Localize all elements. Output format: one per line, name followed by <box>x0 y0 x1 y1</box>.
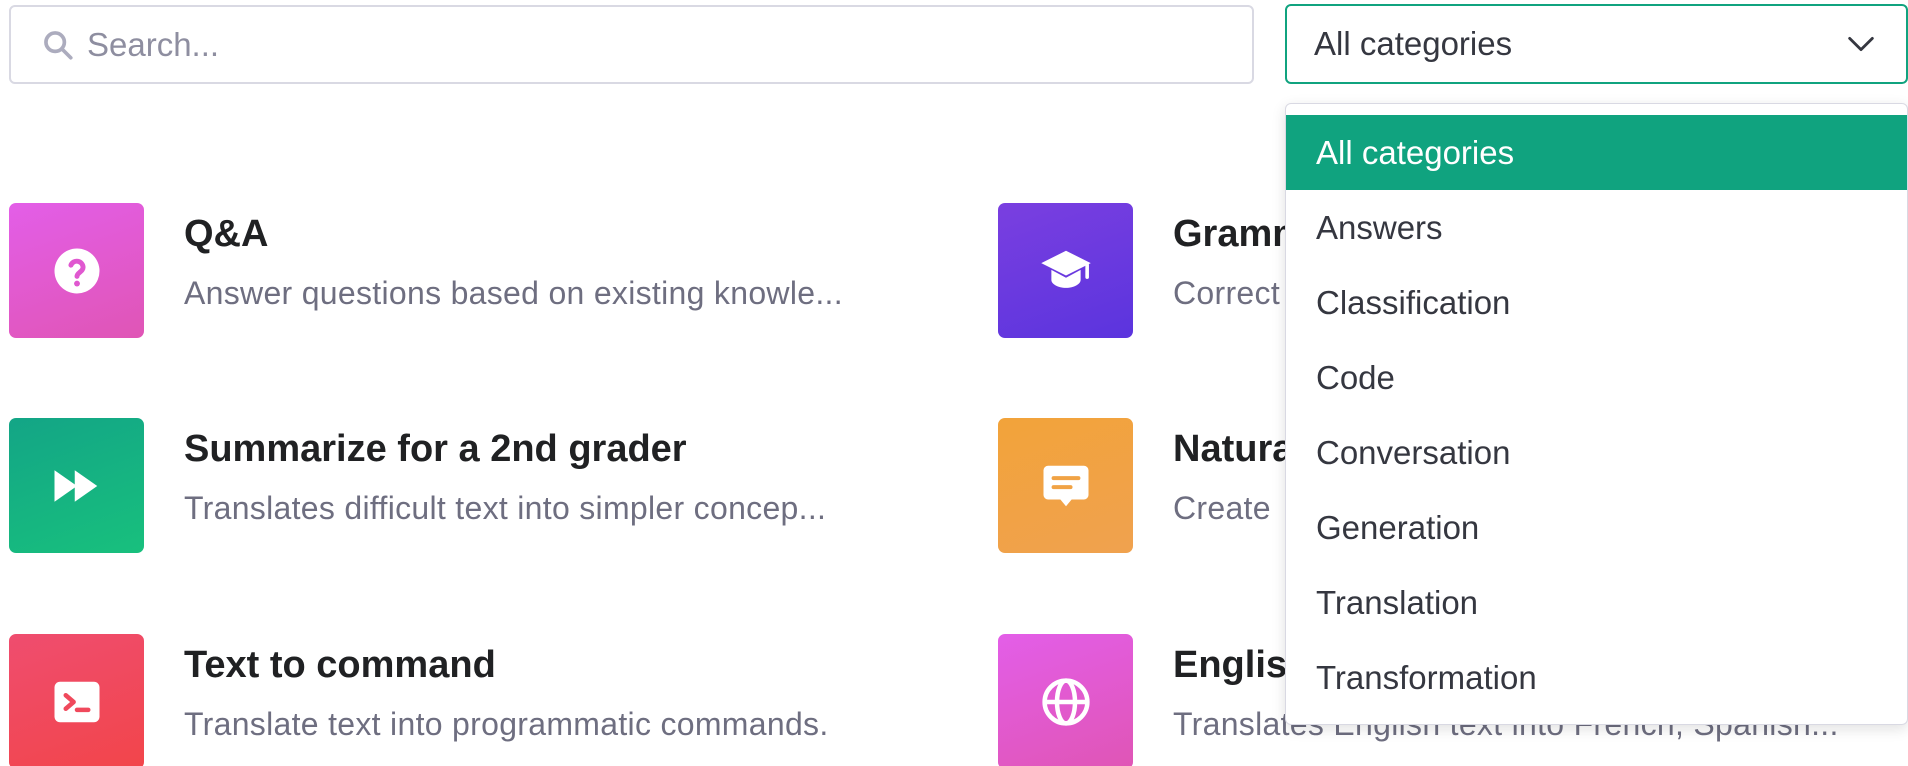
category-select[interactable]: All categories <box>1285 4 1908 84</box>
card-description: Correct <box>1173 275 1281 311</box>
category-option-translation[interactable]: Translation <box>1286 565 1907 640</box>
card-description: Translates difficult text into simpler c… <box>184 490 827 526</box>
card-description: Create <box>1173 490 1271 526</box>
chevron-down-icon <box>1848 36 1874 52</box>
card-description: Translate text into programmatic command… <box>184 706 829 742</box>
example-card-text-to-command[interactable]: Text to command Translate text into prog… <box>9 634 939 766</box>
terminal-icon <box>54 681 99 722</box>
example-card-summarize[interactable]: Summarize for a 2nd grader Translates di… <box>9 418 939 553</box>
category-option-transformation[interactable]: Transformation <box>1286 640 1907 715</box>
fast-forward-icon <box>54 469 97 502</box>
graduation-cap-icon <box>1040 250 1091 288</box>
card-title: Englis <box>1173 644 1288 686</box>
card-icon-tile <box>998 203 1133 338</box>
card-icon-tile <box>998 634 1133 766</box>
card-title: Q&A <box>184 213 269 255</box>
category-option-all[interactable]: All categories <box>1286 115 1907 190</box>
category-option-classification[interactable]: Classification <box>1286 265 1907 340</box>
card-icon-tile <box>998 418 1133 553</box>
chat-bubble-icon <box>1043 465 1088 506</box>
card-title: Text to command <box>184 644 496 686</box>
example-card-qa[interactable]: Q&A Answer questions based on existing k… <box>9 203 939 338</box>
category-dropdown-menu: All categories Answers Classification Co… <box>1285 103 1908 725</box>
category-option-generation[interactable]: Generation <box>1286 490 1907 565</box>
card-title: Natura <box>1173 428 1294 470</box>
card-icon-tile <box>9 418 144 553</box>
card-icon-tile <box>9 634 144 766</box>
search-input[interactable] <box>87 25 1187 64</box>
category-option-answers[interactable]: Answers <box>1286 190 1907 265</box>
card-title: Summarize for a 2nd grader <box>184 428 687 470</box>
question-circle-icon <box>54 248 99 293</box>
search-box[interactable] <box>9 5 1254 84</box>
examples-page: All categories Q&A Answer questions base… <box>0 0 1908 766</box>
card-description: Answer questions based on existing knowl… <box>184 275 843 311</box>
category-select-value: All categories <box>1314 25 1513 62</box>
category-option-conversation[interactable]: Conversation <box>1286 415 1907 490</box>
category-option-code[interactable]: Code <box>1286 340 1907 415</box>
search-icon <box>44 30 73 60</box>
card-icon-tile <box>9 203 144 338</box>
globe-icon <box>1041 677 1090 726</box>
